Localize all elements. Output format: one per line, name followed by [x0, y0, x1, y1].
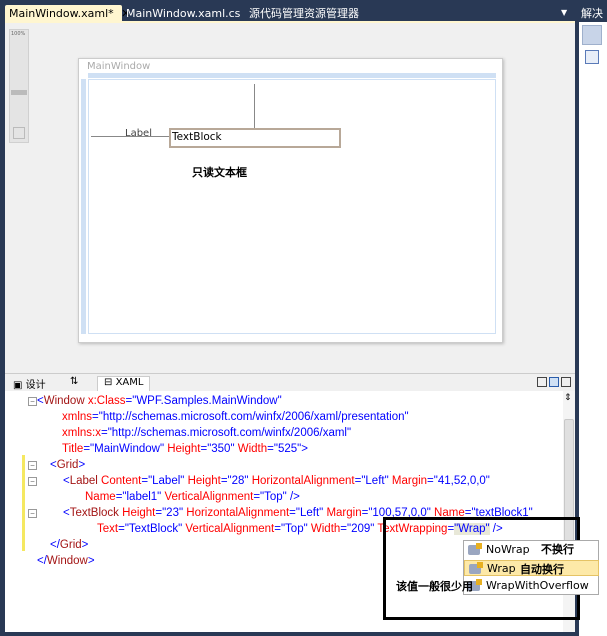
code-line-6: <Label Content="Label" Height="28" Horiz… — [63, 475, 490, 487]
grid-ruler-top[interactable] — [88, 73, 496, 78]
collapse-pane-icon[interactable] — [561, 377, 571, 387]
grid-ruler-left[interactable] — [81, 79, 86, 334]
fold-icon[interactable]: − — [28, 461, 37, 470]
swap-panes-button[interactable]: ⇅ — [70, 376, 78, 387]
completion-item-wrapwithoverflow[interactable]: WrapWithOverflow — [464, 578, 599, 594]
designer-surface: 100% MainWindow Label TextBlock 只读文本框 — [5, 23, 575, 373]
code-line-11: </Window> — [37, 555, 95, 567]
code-line-4: Title="MainWindow" Height="350" Width="5… — [62, 443, 308, 455]
code-line-2: xmlns="http://schemas.microsoft.com/winf… — [62, 411, 409, 423]
tab-xaml[interactable]: ⊟ XAML — [97, 376, 151, 392]
show-all-icon[interactable] — [585, 50, 599, 64]
window-title: MainWindow — [87, 61, 151, 72]
fold-icon[interactable]: − — [28, 509, 37, 518]
label-control[interactable]: Label — [125, 128, 152, 139]
fold-icon[interactable]: − — [28, 397, 37, 406]
enum-value-icon — [468, 543, 482, 555]
note-nowrap: 不换行 — [541, 543, 574, 556]
tab-design-label: 设计 — [25, 380, 46, 391]
zoom-slider[interactable]: 100% — [9, 29, 29, 143]
view-tabs: ▣ 设计 ⇅ ⊟ XAML — [5, 373, 575, 392]
tab-xaml-label: XAML — [115, 377, 144, 388]
tab-label: MainWindow.xaml* — [9, 7, 114, 20]
textblock-control[interactable]: TextBlock — [169, 128, 341, 148]
zoom-thumb[interactable] — [11, 90, 27, 95]
item-label: NoWrap — [486, 543, 530, 556]
code-line-3: xmlns:x="http://schemas.microsoft.com/wi… — [62, 427, 352, 439]
tab-design[interactable]: ▣ 设计 — [13, 376, 46, 391]
tab-mainwindow-xaml-cs[interactable]: MainWindow.xaml.cs — [122, 5, 244, 22]
code-line-7: Name="label1" VerticalAlignment="Top" /> — [85, 491, 300, 503]
tab-source-control[interactable]: 源代码管理资源管理器 — [245, 5, 363, 22]
code-line-5: <Grid> — [50, 459, 86, 471]
solution-explorer-title[interactable]: 解决 — [578, 5, 607, 22]
fold-icon[interactable]: − — [28, 477, 37, 486]
note-overflow: 该值一般很少用 — [396, 580, 473, 593]
note-wrap: 自动换行 — [520, 563, 564, 576]
horizontal-split-icon[interactable] — [549, 377, 559, 387]
margin-top-line — [254, 84, 255, 128]
tab-mainwindow-xaml[interactable]: MainWindow.xaml* ✕ — [5, 5, 130, 22]
change-marker — [22, 455, 25, 551]
code-line-1: <Window x:Class="WPF.Samples.MainWindow" — [37, 395, 282, 407]
annotation-readonly: 只读文本框 — [192, 166, 247, 179]
fit-icon[interactable] — [13, 127, 25, 139]
properties-icon[interactable] — [582, 25, 602, 45]
grid[interactable]: Label TextBlock 只读文本框 — [88, 79, 496, 334]
code-line-10: </Grid> — [50, 539, 89, 551]
split-handle-icon[interactable]: ⇕ — [564, 393, 574, 405]
item-label: Wrap — [487, 562, 516, 575]
enum-value-icon — [469, 562, 483, 574]
completion-item-nowrap[interactable]: NoWrap — [464, 542, 599, 558]
vertical-split-icon[interactable] — [537, 377, 547, 387]
window-frame[interactable]: MainWindow Label TextBlock 只读文本框 — [78, 58, 503, 343]
item-label: WrapWithOverflow — [486, 579, 589, 592]
zoom-level: 100% — [11, 31, 26, 37]
tab-dropdown-icon[interactable]: ▼ — [561, 8, 567, 17]
